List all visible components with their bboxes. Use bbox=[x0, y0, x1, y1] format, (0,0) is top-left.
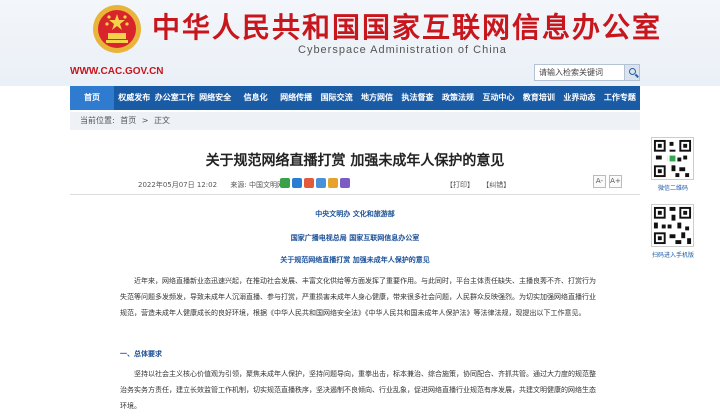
print-link[interactable]: 【打印】 bbox=[446, 181, 474, 189]
share-qzone-icon[interactable] bbox=[292, 178, 302, 188]
site-url[interactable]: WWW.CAC.GOV.CN bbox=[70, 66, 164, 77]
section-heading-1: 一、总体要求 bbox=[120, 350, 162, 358]
wechat-qr-code-icon bbox=[651, 137, 694, 180]
mobile-qr-label: 扫码进入手机版 bbox=[651, 252, 694, 259]
issuer-line-1: 中央文明办 文化和旅游部 bbox=[315, 210, 395, 218]
nav-item-home[interactable]: 首页 bbox=[70, 86, 114, 110]
nav-item-communication[interactable]: 网络传播 bbox=[276, 86, 316, 110]
document-subtitle: 关于规范网络直播打赏 加强未成年人保护的意见 bbox=[280, 256, 430, 264]
search-icon-handle bbox=[635, 73, 639, 78]
breadcrumb-home[interactable]: 首页 bbox=[120, 116, 136, 125]
nav-item-office[interactable]: 办公室工作 bbox=[154, 86, 195, 110]
article-paragraph-1: 近年来，网络直播新业态迅速兴起，在推动社会发展、丰富文化供给等方面发挥了重要作用… bbox=[120, 277, 596, 317]
breadcrumb: 当前位置: 首页 > 正文 bbox=[70, 112, 640, 130]
nav-item-training[interactable]: 教育培训 bbox=[519, 86, 559, 110]
source-label: 来源: bbox=[230, 181, 247, 189]
nav-item-local[interactable]: 地方网信 bbox=[357, 86, 397, 110]
breadcrumb-separator: > bbox=[141, 116, 149, 125]
share-bar bbox=[280, 178, 350, 188]
breadcrumb-current: 正文 bbox=[154, 116, 171, 125]
nav-item-security[interactable]: 网络安全 bbox=[195, 86, 235, 110]
nav-item-informatization[interactable]: 信息化 bbox=[235, 86, 275, 110]
nav-item-industry[interactable]: 业界动态 bbox=[559, 86, 599, 110]
share-renren-icon[interactable] bbox=[328, 178, 338, 188]
issuer-line-2: 国家广播电视总局 国家互联网信息办公室 bbox=[290, 234, 420, 242]
article-tools: 【打印】 【纠错】 bbox=[446, 180, 516, 190]
main-nav: 首页 权威发布 办公室工作 网络安全 信息化 网络传播 国际交流 地方网信 执法… bbox=[70, 86, 640, 110]
share-more-icon[interactable] bbox=[340, 178, 350, 188]
nav-item-interaction[interactable]: 互动中心 bbox=[478, 86, 518, 110]
national-emblem-icon bbox=[93, 5, 141, 53]
share-wechat-icon[interactable] bbox=[280, 178, 290, 188]
site-header: 中华人民共和国国家互联网信息办公室 Cyberspace Administrat… bbox=[0, 0, 720, 86]
site-subtitle: Cyberspace Administration of China bbox=[298, 44, 507, 56]
share-qq-icon[interactable] bbox=[316, 178, 326, 188]
font-increase-button[interactable]: A+ bbox=[609, 175, 622, 188]
nav-item-topics[interactable]: 工作专题 bbox=[600, 86, 640, 110]
divider bbox=[70, 194, 640, 195]
breadcrumb-prefix: 当前位置: bbox=[80, 116, 115, 125]
article-title: 关于规范网络直播打赏 加强未成年人保护的意见 bbox=[205, 153, 505, 169]
wechat-qr-label: 微信二维码 bbox=[657, 185, 688, 192]
nav-item-enforcement[interactable]: 执法督查 bbox=[397, 86, 437, 110]
article-paragraph-2: 坚持以社会主义核心价值观为引领，聚焦未成年人保护，坚持问题导向，重拳出击，标本兼… bbox=[120, 370, 596, 410]
nav-item-release[interactable]: 权威发布 bbox=[114, 86, 154, 110]
search-button[interactable] bbox=[624, 64, 640, 81]
article-date: 2022年05月07日 12:02 bbox=[138, 181, 218, 189]
article-meta: 2022年05月07日 12:02 来源: 中国文明网 bbox=[138, 180, 284, 190]
nav-item-policy[interactable]: 政策法规 bbox=[438, 86, 478, 110]
site-title: 中华人民共和国国家互联网信息办公室 bbox=[152, 11, 663, 44]
error-report-link[interactable]: 【纠错】 bbox=[482, 181, 510, 189]
font-decrease-button[interactable]: A- bbox=[593, 175, 606, 188]
article-source: 中国文明网 bbox=[248, 181, 284, 189]
mobile-qr-code-icon bbox=[651, 204, 694, 247]
nav-item-international[interactable]: 国际交流 bbox=[316, 86, 356, 110]
share-weibo-icon[interactable] bbox=[304, 178, 314, 188]
